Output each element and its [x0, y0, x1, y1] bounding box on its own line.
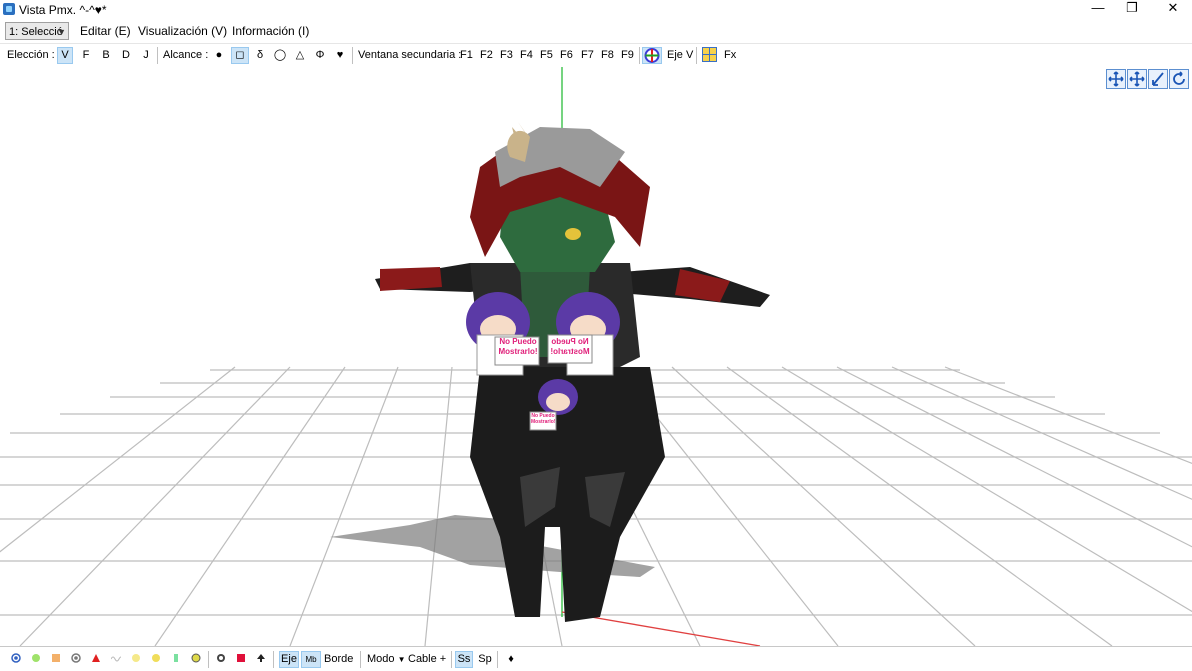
viewport-canvas	[0, 67, 1192, 646]
close-button[interactable]: ✕	[1150, 0, 1192, 18]
light-yellow-icon[interactable]	[131, 653, 141, 663]
toolbar-divider	[639, 47, 640, 64]
sign-text-center: No Puedo Mostrarlo!	[531, 413, 556, 425]
selection-combo-value: 1: Selecció	[9, 26, 63, 38]
app-icon	[3, 3, 15, 15]
soft-body-icon[interactable]	[216, 653, 226, 663]
range-triangle-icon[interactable]: △	[293, 47, 307, 64]
bottom-divider	[360, 651, 361, 668]
texture-orange-icon[interactable]	[51, 653, 61, 663]
chevron-down-icon: ▼	[57, 27, 66, 37]
pan-view-icon[interactable]	[1127, 69, 1147, 89]
f4-button[interactable]: F4	[520, 47, 533, 64]
morph-yellow-icon[interactable]	[151, 653, 161, 663]
select-mode-j[interactable]: J	[140, 47, 152, 64]
fx-label[interactable]: Fx	[724, 47, 736, 64]
bottom-divider	[451, 651, 452, 668]
mode-label: Modo	[367, 653, 395, 665]
select-mode-b[interactable]: B	[100, 47, 112, 64]
border-toggle-button[interactable]: Borde	[324, 651, 353, 668]
bottom-divider	[273, 651, 274, 668]
axis-button[interactable]	[642, 47, 662, 64]
range-point-icon[interactable]: ●	[212, 47, 226, 64]
mb-toggle-button[interactable]: Mb	[301, 651, 321, 668]
toolbar-divider	[696, 47, 697, 64]
bottom-divider	[208, 651, 209, 668]
f3-button[interactable]: F3	[500, 47, 513, 64]
ss-toggle-button[interactable]: Ss	[455, 651, 473, 668]
triangle-red-icon[interactable]	[91, 653, 101, 663]
axis-toggle-button[interactable]: Eje	[279, 651, 299, 668]
title-bar: Vista Pmx. ^-^♥* — ❐ ✕	[0, 0, 1192, 20]
mode-dropdown[interactable]: Modo ▼	[367, 651, 406, 668]
axis-label[interactable]: Eje V	[667, 47, 693, 64]
zoom-view-icon[interactable]	[1148, 69, 1168, 89]
maximize-button[interactable]: ❐	[1109, 0, 1155, 18]
secondary-window-label: Ventana secundaria :	[358, 49, 462, 61]
range-rect-icon[interactable]: ◻	[231, 47, 249, 64]
menu-visualizacion[interactable]: Visualización (V)	[138, 24, 227, 38]
selection-label: Elección :	[7, 49, 55, 61]
bottom-divider	[497, 651, 498, 668]
menu-bar: 1: Selecció ▼ Editar (E) Visualización (…	[0, 20, 1192, 42]
select-mode-v[interactable]: V	[57, 47, 73, 64]
chevron-down-icon: ▼	[397, 655, 406, 664]
range-heart-icon[interactable]: ♥	[333, 47, 347, 64]
range-circle-icon[interactable]: ◯	[272, 47, 288, 64]
menu-editar[interactable]: Editar (E)	[80, 24, 131, 38]
diamond-icon[interactable]: ♦	[505, 651, 517, 668]
sign-text-right: No Puedo Mostrarlo!	[550, 337, 590, 356]
toolbar-divider	[352, 47, 353, 64]
view-tools	[1106, 69, 1190, 89]
sign-text-left: No Puedo Mostrarlo!	[498, 337, 538, 356]
joint-icon[interactable]	[191, 653, 201, 663]
menu-informacion[interactable]: Información (I)	[232, 24, 309, 38]
move-view-icon[interactable]	[1106, 69, 1126, 89]
spade-icon[interactable]	[256, 653, 266, 663]
select-mode-d[interactable]: D	[120, 47, 132, 64]
rigid-green-icon[interactable]	[171, 653, 181, 663]
f6-button[interactable]: F6	[560, 47, 573, 64]
f8-button[interactable]: F8	[601, 47, 614, 64]
wave-icon[interactable]	[111, 653, 121, 663]
material-green-icon[interactable]	[31, 653, 41, 663]
window-title: Vista Pmx. ^-^♥*	[19, 3, 107, 17]
bone-dot-icon[interactable]	[71, 653, 81, 663]
toolbar: Elección : V F B D J Alcance : ● ◻ δ ◯ △…	[0, 43, 1192, 68]
fx-grid-icon[interactable]	[701, 47, 717, 64]
select-mode-f[interactable]: F	[80, 47, 92, 64]
f5-button[interactable]: F5	[540, 47, 553, 64]
toolbar-divider	[157, 47, 158, 64]
3d-viewport[interactable]: No Puedo Mostrarlo! No Puedo Mostrarlo! …	[0, 67, 1192, 646]
cable-dropdown[interactable]: Cable +	[408, 651, 446, 668]
selection-combo[interactable]: 1: Selecció ▼	[5, 22, 69, 40]
f1-button[interactable]: F1	[460, 47, 473, 64]
sp-toggle-button[interactable]: Sp	[478, 651, 492, 668]
range-label: Alcance :	[163, 49, 209, 61]
f2-button[interactable]: F2	[480, 47, 493, 64]
vertex-dot-icon[interactable]	[11, 653, 21, 663]
rotate-view-icon[interactable]	[1169, 69, 1189, 89]
range-phi-icon[interactable]: Φ	[313, 47, 327, 64]
axis-globe-icon	[644, 48, 660, 63]
range-delta-icon[interactable]: δ	[253, 47, 267, 64]
bottom-toolbar: Eje Mb Borde Modo ▼ Cable + Ss Sp ♦	[0, 646, 1192, 671]
color-red-icon[interactable]	[236, 653, 246, 663]
f7-button[interactable]: F7	[581, 47, 594, 64]
f9-button[interactable]: F9	[621, 47, 634, 64]
